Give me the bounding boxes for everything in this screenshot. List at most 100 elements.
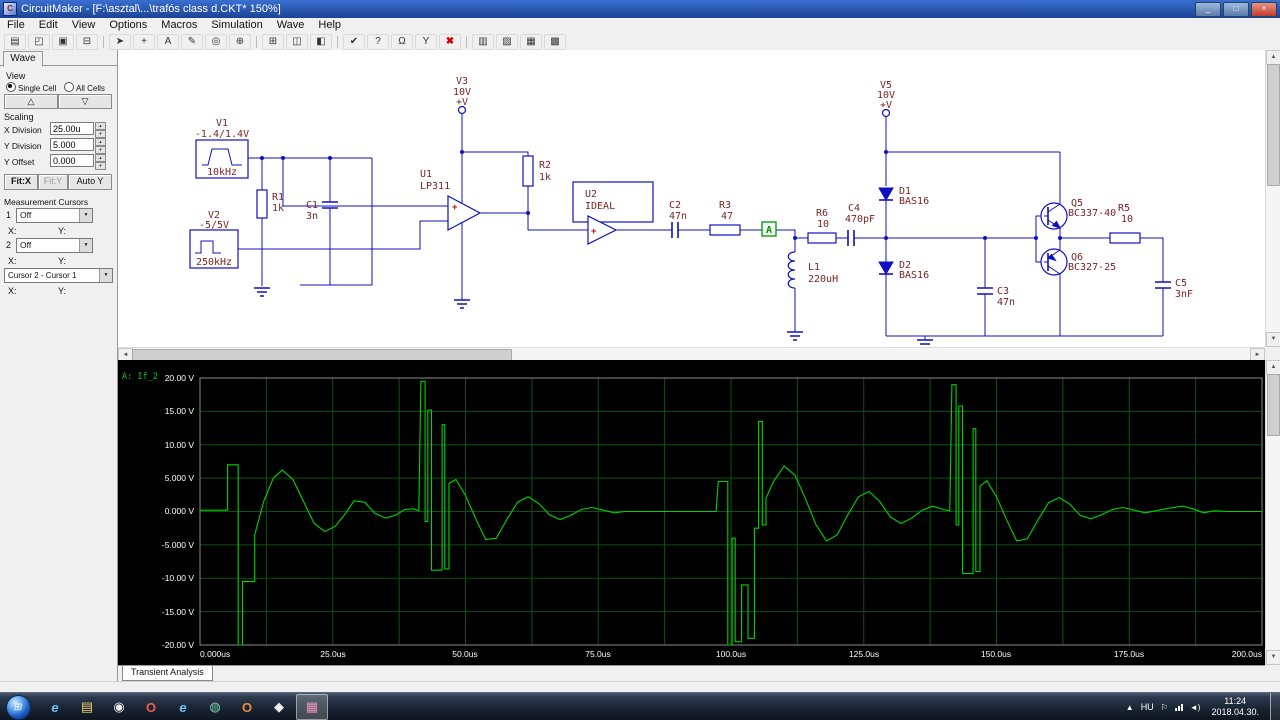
spinner-down-icon[interactable]: ▼: [95, 162, 106, 170]
fit-y-button[interactable]: Fit:Y: [38, 174, 68, 190]
dropdown-arrow-icon[interactable]: ▼: [79, 209, 92, 222]
radio-single-cell-icon[interactable]: [6, 82, 16, 92]
start-button[interactable]: ⊞: [6, 694, 31, 720]
stop-simulation-button[interactable]: ✖: [439, 33, 461, 50]
network-icon[interactable]: [1174, 703, 1183, 711]
digital-analog-button[interactable]: ✔: [343, 33, 365, 50]
save-file-button[interactable]: ▣: [52, 33, 74, 50]
y-probe-button[interactable]: Y: [415, 33, 437, 50]
new-schematic-button[interactable]: ▤: [4, 33, 26, 50]
options-grid-button[interactable]: ▩: [544, 33, 566, 50]
component-r1-resistor[interactable]: R1 1k: [256, 189, 284, 219]
text-tool-button[interactable]: A: [157, 33, 179, 50]
component-u2-ideal-opamp[interactable]: U2 IDEAL +: [572, 181, 654, 245]
taskbar-icon-app[interactable]: ◆: [264, 695, 294, 719]
radio-single-cell[interactable]: Single Cell: [6, 82, 56, 93]
x-division-input[interactable]: [50, 122, 94, 135]
schematic-vscrollbar[interactable]: ▲ ▼: [1265, 50, 1280, 347]
action-center-icon[interactable]: ⚐: [1161, 703, 1168, 712]
edit-tool-button[interactable]: ✎: [181, 33, 203, 50]
y-offset-input[interactable]: [50, 154, 94, 167]
component-r3-resistor[interactable]: R3 47: [709, 200, 741, 236]
split-horizontal-button[interactable]: ◫: [286, 33, 308, 50]
spinner-up-icon[interactable]: ▲: [95, 122, 106, 130]
spinner-down-icon[interactable]: ▼: [95, 146, 106, 154]
maximize-button[interactable]: □: [1223, 2, 1249, 17]
pages-button[interactable]: ⊞: [262, 33, 284, 50]
close-button[interactable]: ×: [1251, 2, 1277, 17]
scroll-down-icon[interactable]: ▼: [1266, 332, 1280, 347]
volume-icon[interactable]: ◄): [1190, 703, 1201, 712]
schematic-canvas[interactable]: V1 -1.4/1.4V 10kHz V2 -5/5V 250kHz R1 1k: [118, 50, 1265, 347]
split-vertical-button[interactable]: ◧: [310, 33, 332, 50]
menu-help[interactable]: Help: [311, 18, 348, 33]
taskbar-icon-opera[interactable]: O: [136, 695, 166, 719]
wave-zoom-in-button[interactable]: △: [4, 94, 58, 109]
spinner-up-icon[interactable]: ▲: [95, 138, 106, 146]
minimize-button[interactable]: _: [1195, 2, 1221, 17]
dropdown-arrow-icon[interactable]: ▼: [99, 269, 112, 282]
component-r2-resistor[interactable]: R2 1k: [522, 155, 551, 187]
radio-all-cells-icon[interactable]: [64, 82, 74, 92]
ohmmeter-button[interactable]: Ω: [391, 33, 413, 50]
mixed-mode-button[interactable]: ▨: [496, 33, 518, 50]
cursor-diff-dropdown[interactable]: Cursor 2 - Cursor 1 ▼: [4, 268, 113, 283]
y-division-spinner[interactable]: ▲ ▼: [95, 138, 106, 154]
help-button[interactable]: ?: [367, 33, 389, 50]
radio-all-cells[interactable]: All Cells: [64, 82, 105, 93]
component-c2-capacitor[interactable]: C2 47n: [669, 200, 687, 238]
menu-file[interactable]: File: [0, 18, 32, 33]
waveforms-window-button[interactable]: ▥: [472, 33, 494, 50]
x-division-spinner[interactable]: ▲ ▼: [95, 122, 106, 138]
scroll-up-icon[interactable]: ▲: [1266, 50, 1280, 65]
component-c3-capacitor[interactable]: C3 47n: [977, 286, 1015, 308]
vscroll-thumb[interactable]: [1267, 64, 1280, 186]
probe-tool-button[interactable]: ⊕: [229, 33, 251, 50]
menu-edit[interactable]: Edit: [32, 18, 65, 33]
vscroll-thumb[interactable]: [1267, 374, 1280, 436]
cursor2-dropdown[interactable]: Off ▼: [16, 238, 93, 253]
clock[interactable]: 11:24 2018.04.30.: [1207, 696, 1263, 718]
taskbar-icon-globe-browser[interactable]: ◍: [200, 695, 230, 719]
fit-x-button[interactable]: Fit:X: [4, 174, 38, 190]
taskbar-icon-ie[interactable]: e: [40, 695, 70, 719]
scroll-up-icon[interactable]: ▲: [1266, 360, 1280, 375]
component-v1-source[interactable]: V1 -1.4/1.4V 10kHz: [195, 118, 249, 179]
y-offset-spinner[interactable]: ▲ ▼: [95, 154, 106, 170]
menu-macros[interactable]: Macros: [154, 18, 204, 33]
taskbar-icon-ie-2[interactable]: e: [168, 695, 198, 719]
menu-wave[interactable]: Wave: [270, 18, 312, 33]
scroll-down-icon[interactable]: ▼: [1266, 650, 1280, 665]
auto-y-button[interactable]: Auto Y: [68, 174, 112, 190]
component-v2-source[interactable]: V2 -5/5V 250kHz: [189, 210, 239, 269]
print-button[interactable]: ⊟: [76, 33, 98, 50]
component-q5-transistor[interactable]: Q5 BC337-40: [1040, 198, 1116, 230]
component-l1-inductor[interactable]: L1 220uH: [787, 251, 838, 289]
component-d2-diode[interactable]: D2 BAS16: [878, 260, 929, 281]
waveform-vscrollbar[interactable]: ▲ ▼: [1265, 360, 1280, 665]
menu-view[interactable]: View: [65, 18, 103, 33]
select-tool-button[interactable]: ➤: [109, 33, 131, 50]
schematic-hscrollbar[interactable]: ◄ ►: [118, 347, 1265, 363]
wave-zoom-out-button[interactable]: ▽: [58, 94, 112, 109]
keyboard-language[interactable]: HU: [1141, 702, 1154, 712]
component-c1-capacitor[interactable]: C1 3n: [306, 200, 338, 222]
component-v3-supply[interactable]: V3 10V +V: [453, 76, 471, 115]
spinner-up-icon[interactable]: ▲: [95, 154, 106, 162]
cursor1-dropdown[interactable]: Off ▼: [16, 208, 93, 223]
menu-options[interactable]: Options: [102, 18, 154, 33]
taskbar-icon-circuitmaker-active[interactable]: ▦: [296, 694, 328, 720]
component-r6-resistor[interactable]: R6 10: [807, 208, 837, 244]
component-d1-diode[interactable]: D1 BAS16: [878, 186, 929, 207]
component-v5-supply[interactable]: V5 10V +V: [877, 80, 895, 118]
wave-panel-tab[interactable]: Wave: [3, 51, 43, 67]
taskbar-icon-folder[interactable]: ▤: [72, 695, 102, 719]
grid-toggle-button[interactable]: ▦: [520, 33, 542, 50]
y-division-input[interactable]: [50, 138, 94, 151]
tab-transient-analysis[interactable]: Transient Analysis: [122, 666, 213, 681]
taskbar-icon-opera-2[interactable]: O: [232, 695, 262, 719]
hidden-icons-chevron[interactable]: ▲: [1126, 703, 1134, 712]
component-c5-capacitor[interactable]: C5 3nF: [1155, 278, 1193, 300]
show-desktop-button[interactable]: [1270, 693, 1280, 720]
waveform-viewer[interactable]: A: If_2 20.00 V 15.00 V 10.00 V 5.000 V …: [118, 360, 1265, 665]
